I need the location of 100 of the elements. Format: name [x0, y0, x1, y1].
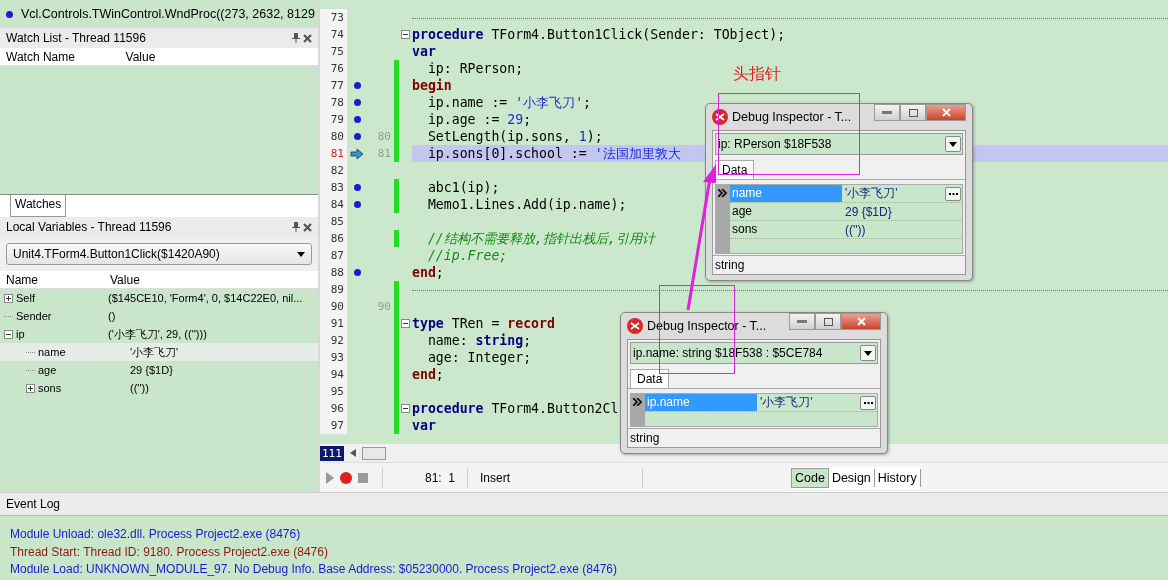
data-tab[interactable]: Data: [630, 369, 670, 388]
variable-value: ($145CE10, 'Form4', 0, $14C22E0, nil...: [108, 292, 303, 304]
close-icon[interactable]: [303, 33, 312, 43]
minimize-icon: [882, 111, 892, 114]
stop-icon[interactable]: [358, 472, 368, 483]
panel-title: Watch List - Thread 11596: [6, 31, 146, 45]
line-number: 94: [320, 366, 347, 383]
pin-icon[interactable]: [292, 222, 300, 232]
line-number: 77: [320, 77, 347, 94]
fold-icon[interactable]: [401, 319, 410, 328]
breakpoint-icon[interactable]: [353, 82, 361, 89]
variable-row[interactable]: Self ($145CE10, 'Form4', 0, $14C22E0, nil...: [0, 289, 318, 307]
fold-icon[interactable]: [401, 30, 410, 39]
code-line: name: string;: [426, 333, 532, 348]
minimize-button[interactable]: [789, 313, 815, 330]
column-header[interactable]: Name: [0, 272, 104, 287]
line-number: 87: [320, 247, 347, 264]
property-value: '小李飞刀': [759, 394, 814, 411]
code-line: procedure TForm4.Button2Cl: [412, 401, 619, 416]
panel-title: Local Variables - Thread 11596: [6, 220, 172, 234]
expression-dropdown[interactable]: ip: RPerson $18F538: [715, 133, 963, 155]
close-icon[interactable]: [303, 222, 312, 232]
fold-icon[interactable]: [401, 404, 410, 413]
scroll-thumb[interactable]: [361, 446, 386, 460]
editor-tab[interactable]: Code: [791, 467, 829, 488]
variable-value: (('')): [130, 382, 149, 394]
line-number: 81: [320, 145, 347, 162]
variable-row[interactable]: sons (('')): [0, 379, 318, 397]
annotation-label: 头指针: [733, 64, 781, 85]
variable-row[interactable]: Sender (): [0, 307, 318, 325]
record-icon[interactable]: [340, 471, 352, 484]
panel-tab[interactable]: Watches: [10, 195, 67, 217]
line-number: 76: [320, 60, 347, 77]
line-number: 111: [320, 445, 344, 461]
code-line: //ip.Free;: [426, 248, 508, 263]
expand-icon[interactable]: [4, 293, 13, 303]
variable-value: 29 {$1D}: [130, 364, 173, 376]
scroll-left-icon[interactable]: [349, 449, 356, 458]
line-number: 90: [320, 298, 347, 315]
pin-icon[interactable]: [292, 33, 300, 43]
breakpoint-icon[interactable]: [353, 116, 361, 123]
line-number: 92: [320, 332, 347, 349]
breakpoint-icon[interactable]: [353, 269, 361, 276]
breakpoint-icon[interactable]: [353, 133, 361, 140]
execution-point-icon: [350, 147, 364, 160]
line-number: 80: [320, 128, 347, 145]
property-value: '小李飞刀': [844, 185, 899, 202]
property-row[interactable]: sons (('')): [730, 221, 962, 239]
minimize-button[interactable]: [874, 104, 900, 121]
code-line: ip.sons[0].school := '法国加里敦大: [426, 146, 681, 161]
breakpoint-icon[interactable]: [353, 184, 361, 191]
editor-tab[interactable]: Design: [828, 468, 875, 487]
line-number: 73: [320, 9, 347, 26]
window-title: Debug Inspector - T...: [732, 110, 853, 124]
property-value: (('')): [844, 222, 867, 237]
editor-tab[interactable]: History: [874, 468, 921, 487]
panel-title: Event Log: [6, 497, 61, 511]
maximize-button[interactable]: [900, 104, 926, 121]
property-row[interactable]: age 29 {$1D}: [730, 203, 962, 221]
app-icon: [627, 318, 643, 334]
log-entry: Module Load: UNKNOWN_MODULE_97. No Debug Info. Base Address: $05230000. Process Project2.exe (8476): [10, 561, 617, 578]
line-number: 85: [320, 213, 347, 230]
code-line: end;: [412, 265, 444, 280]
variable-name: Sender: [16, 310, 52, 322]
breakpoint-icon[interactable]: [353, 201, 361, 208]
caret-icon: [864, 350, 872, 356]
breakpoint-icon[interactable]: [353, 99, 361, 106]
variable-row[interactable]: name '小李飞刀': [0, 343, 318, 361]
column-header[interactable]: Value: [119, 49, 318, 64]
close-button[interactable]: [926, 104, 966, 121]
variable-name: Self: [16, 292, 35, 304]
collapse-icon[interactable]: [4, 329, 13, 339]
property-name: age: [731, 203, 754, 220]
current-row-icon: [633, 398, 642, 406]
run-icon[interactable]: [326, 471, 334, 484]
variable-value: '小李飞刀': [130, 344, 179, 360]
compiled-line-number: 80: [377, 130, 391, 143]
property-row[interactable]: name '小李飞刀': [730, 185, 962, 203]
line-number: 79: [320, 111, 347, 128]
code-line: ip.name := '小李飞刀';: [426, 95, 592, 110]
variable-row[interactable]: ip ('小李飞刀', 29, ((''))): [0, 325, 318, 343]
close-button[interactable]: [841, 313, 881, 330]
line-number: 75: [320, 43, 347, 60]
code-line: ip.age := 29;: [426, 112, 532, 127]
frame-dropdown[interactable]: Unit4.TForm4.Button1Click($1420A90): [6, 243, 312, 265]
line-number: 89: [320, 281, 347, 298]
column-header[interactable]: Watch Name: [0, 49, 120, 64]
variable-row[interactable]: age 29 {$1D}: [0, 361, 318, 379]
maximize-button[interactable]: [815, 313, 841, 330]
column-header[interactable]: Value: [104, 272, 310, 287]
line-number: 97: [320, 417, 347, 434]
log-entry: Thread Start: Thread ID: 9180. Process Project2.exe (8476): [10, 543, 328, 561]
breakpoint-icon: [6, 10, 13, 18]
code-line: age: Integer;: [426, 350, 532, 365]
code-line: SetLength(ip.sons, 1);: [426, 129, 603, 144]
line-number: 74: [320, 26, 347, 43]
expand-icon[interactable]: [26, 383, 35, 393]
more-button[interactable]: [860, 395, 876, 410]
more-button[interactable]: [945, 186, 961, 201]
line-number: 84: [320, 196, 347, 213]
